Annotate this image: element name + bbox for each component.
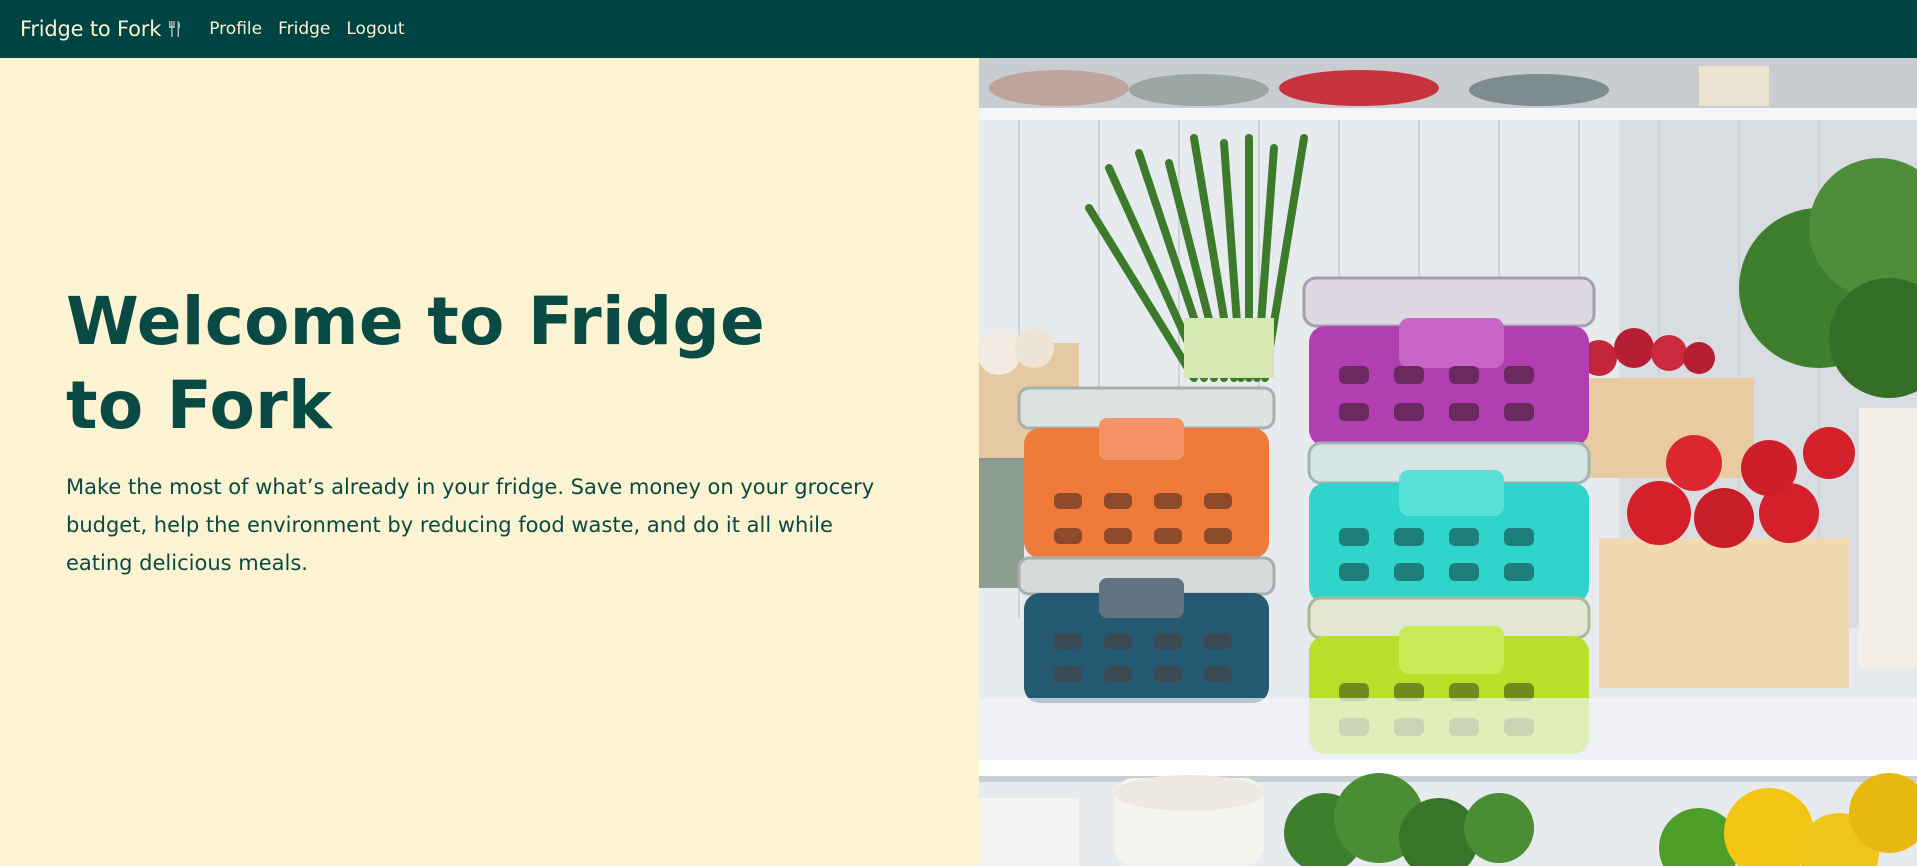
nav-link-profile[interactable]: Profile	[209, 19, 262, 39]
nav-link-logout[interactable]: Logout	[346, 19, 404, 39]
hero-title: Welcome to Fridge to Fork	[66, 283, 766, 444]
fork-knife-icon	[167, 19, 183, 39]
hero-description: Make the most of what’s already in your …	[66, 475, 875, 575]
fridge-photo	[979, 58, 1917, 866]
hero-section: Welcome to Fridge to Fork Make the most …	[0, 58, 979, 866]
top-navbar: Fridge to Fork Profile Fridge Logout	[0, 0, 1917, 58]
brand-name: Fridge to Fork	[20, 17, 162, 41]
brand-link[interactable]: Fridge to Fork	[20, 17, 183, 41]
nav-link-fridge[interactable]: Fridge	[278, 19, 330, 39]
